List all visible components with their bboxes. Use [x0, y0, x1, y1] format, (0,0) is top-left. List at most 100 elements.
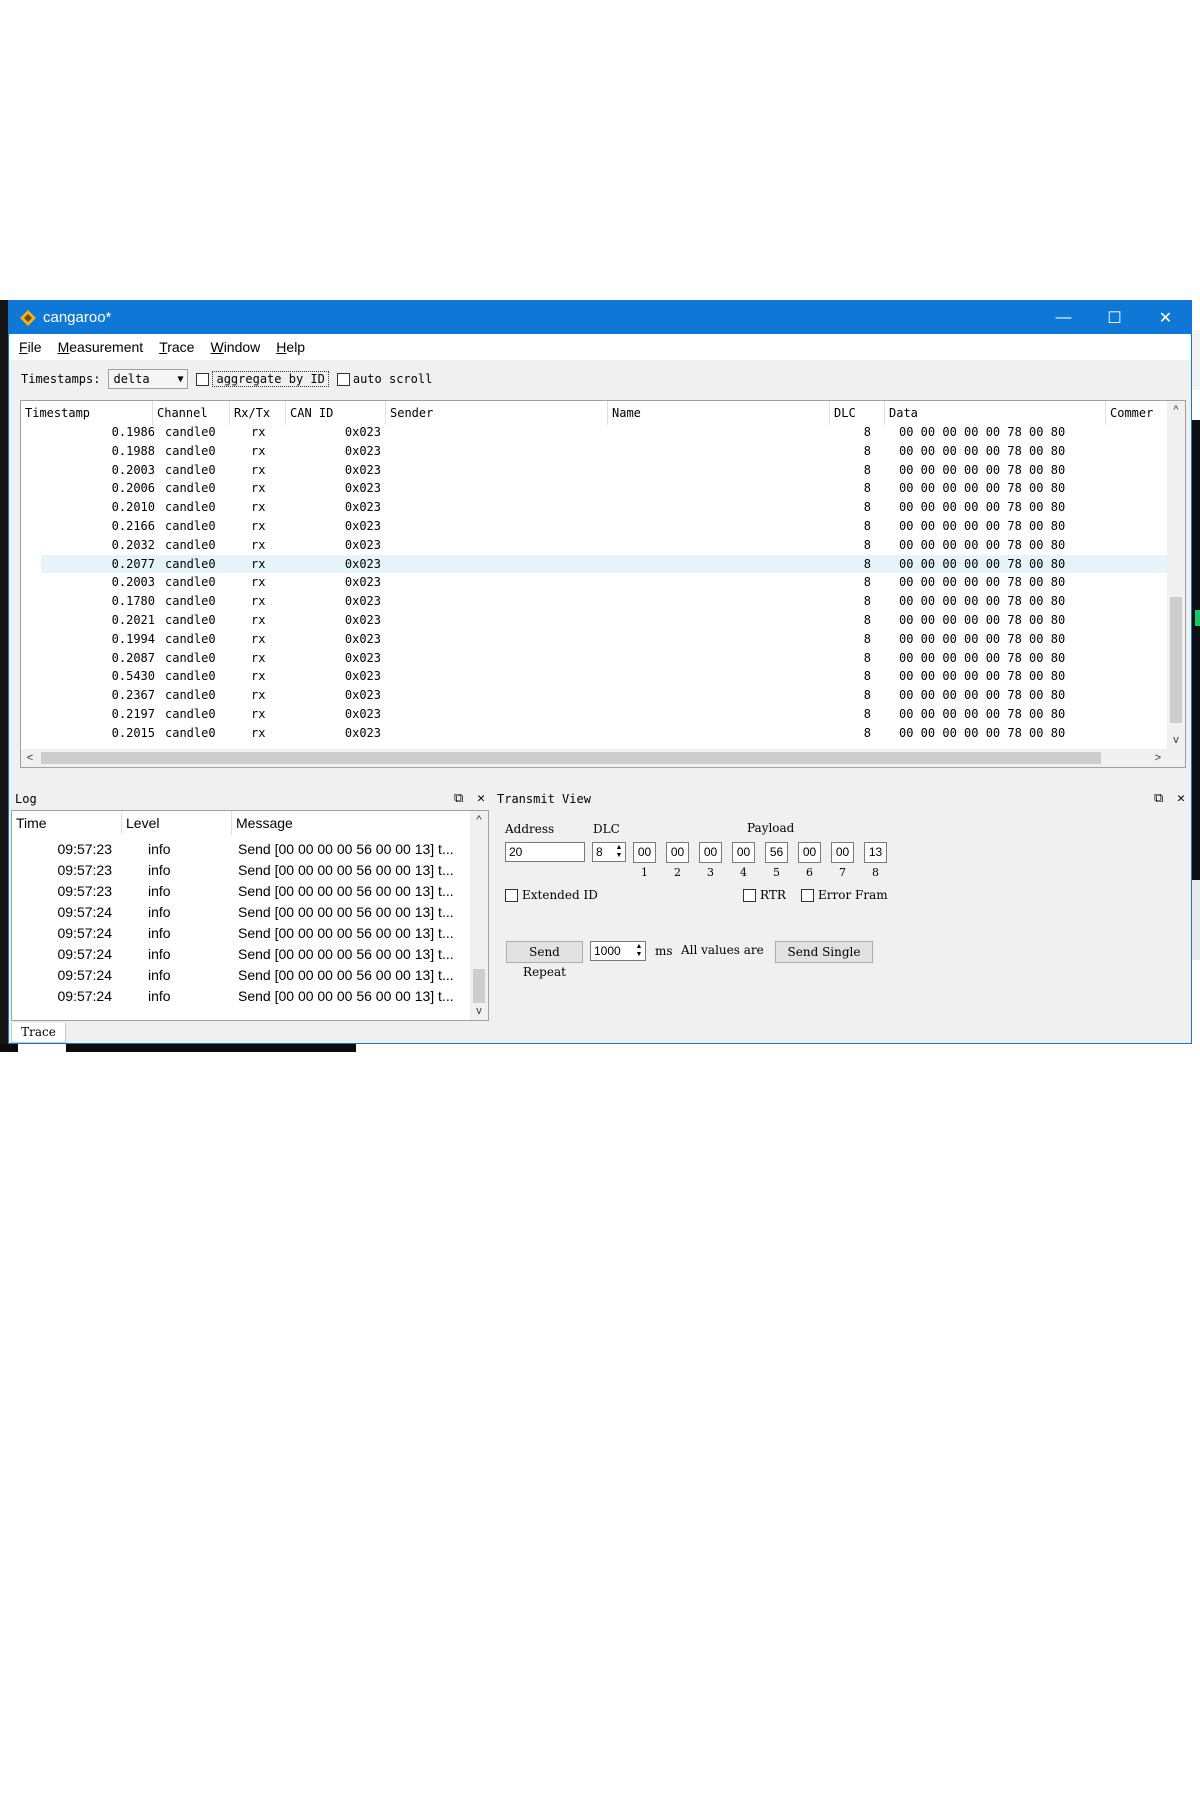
list-item[interactable]: 09:57:24 info Send [00 00 00 00 56 00 00 1…	[12, 902, 470, 923]
payload-byte-input[interactable]: 00	[633, 842, 656, 863]
column-header-data[interactable]: Data	[885, 401, 1106, 425]
payload-byte-input[interactable]: 13	[864, 842, 887, 863]
dlc-spinbox[interactable]: 8 ▲ ▼	[592, 842, 626, 862]
table-row[interactable]: 0.1994 candle0 rx 0x023 8 00 00 00 00 00 78 0…	[21, 630, 1167, 649]
tab-trace[interactable]: Trace	[11, 1023, 66, 1043]
aggregate-by-id-checkbox[interactable]: aggregate by ID	[196, 371, 329, 387]
payload-byte-input[interactable]: 00	[699, 842, 722, 863]
checkbox-box[interactable]	[336, 372, 350, 386]
interval-spinbox[interactable]: 1000 ▲ ▼	[590, 941, 646, 961]
column-header-rxtx[interactable]: Rx/Tx	[230, 401, 286, 425]
scrollbar-thumb[interactable]	[1170, 597, 1182, 723]
menu-window[interactable]: Window	[210, 339, 260, 355]
menu-file[interactable]: File	[19, 339, 42, 355]
scroll-up-icon[interactable]: ^	[1167, 401, 1185, 419]
transmit-dock-titlebar[interactable]: Transmit View ⧉ ✕	[493, 789, 1189, 809]
checkbox-box[interactable]	[196, 372, 210, 386]
send-single-button[interactable]: Send Single	[775, 941, 873, 963]
column-header-message[interactable]: Message	[232, 811, 472, 835]
trace-vertical-scrollbar[interactable]: ^ v	[1167, 401, 1185, 749]
cell-data: 00 00 00 00 00 78 00 80	[899, 443, 1066, 458]
list-item[interactable]: 09:57:24 info Send [00 00 00 00 56 00 00 1…	[12, 986, 470, 1007]
payload-byte-input[interactable]: 00	[831, 842, 854, 863]
scrollbar-thumb[interactable]	[473, 969, 485, 1003]
extended-id-label: Extended ID	[522, 888, 598, 902]
table-row[interactable]: 0.2166 candle0 rx 0x023 8 00 00 00 00 00 78 0…	[21, 517, 1167, 536]
column-header-time[interactable]: Time	[12, 811, 122, 835]
scroll-left-icon[interactable]: <	[21, 749, 39, 767]
checkbox-box[interactable]	[505, 888, 518, 902]
table-row[interactable]: 0.2032 candle0 rx 0x023 8 00 00 00 00 00 78 0…	[21, 536, 1167, 555]
scroll-down-icon[interactable]: v	[1167, 731, 1185, 749]
table-row[interactable]: 0.2197 candle0 rx 0x023 8 00 00 00 00 00 78 0…	[21, 705, 1167, 724]
table-row[interactable]: 0.2003 candle0 rx 0x023 8 00 00 00 00 00 78 0…	[21, 573, 1167, 592]
title-bar[interactable]: cangaroo* — ☐ ✕	[9, 301, 1191, 334]
table-row[interactable]: 0.2077 candle0 rx 0x023 8 00 00 00 00 00 78 0…	[41, 554, 1167, 574]
spin-arrows-icon[interactable]: ▲ ▼	[614, 844, 624, 860]
timestamps-select[interactable]: delta ▼	[108, 369, 189, 389]
trace-horizontal-scrollbar[interactable]: < >	[21, 749, 1185, 767]
table-row[interactable]: 0.2003 candle0 rx 0x023 8 00 00 00 00 00 78 0…	[21, 461, 1167, 480]
table-row[interactable]: 0.2367 candle0 rx 0x023 8 00 00 00 00 00 78 0…	[21, 686, 1167, 705]
table-row[interactable]: 0.1780 candle0 rx 0x023 8 00 00 00 00 00 78 0…	[21, 592, 1167, 611]
cell-id: 0x023	[344, 537, 381, 552]
table-row[interactable]: 0.2015 candle0 rx 0x023 8 00 00 00 00 00 78 0…	[21, 724, 1167, 743]
list-item[interactable]: 09:57:24 info Send [00 00 00 00 56 00 00 1…	[12, 965, 470, 986]
minimize-icon[interactable]: —	[1038, 301, 1089, 334]
spin-arrows-icon[interactable]: ▲ ▼	[634, 943, 644, 959]
scrollbar-thumb[interactable]	[41, 752, 1101, 764]
payload-byte-input[interactable]: 00	[666, 842, 689, 863]
column-header-sender[interactable]: Sender	[386, 401, 608, 425]
close-icon[interactable]: ✕	[1177, 791, 1185, 806]
menu-measurement[interactable]: Measurement	[58, 339, 144, 355]
column-header-name[interactable]: Name	[608, 401, 830, 425]
address-input[interactable]: 20	[505, 842, 585, 862]
error-frame-checkbox[interactable]: Error Fram	[801, 888, 888, 902]
float-icon[interactable]: ⧉	[454, 791, 463, 806]
cell-dlc: 8	[863, 462, 871, 477]
scroll-up-icon[interactable]: ^	[470, 811, 488, 829]
auto-scroll-checkbox[interactable]: auto scroll	[336, 372, 432, 386]
scroll-right-icon[interactable]: >	[1149, 749, 1167, 767]
payload-byte-input[interactable]: 00	[798, 842, 821, 863]
table-row[interactable]: 0.2021 candle0 rx 0x023 8 00 00 00 00 00 78 0…	[21, 611, 1167, 630]
log-dock-titlebar[interactable]: Log ⧉ ✕	[11, 789, 489, 809]
table-row[interactable]: 0.1986 candle0 rx 0x023 8 00 00 00 00 00 78 0…	[21, 423, 1167, 442]
maximize-icon[interactable]: ☐	[1089, 301, 1140, 334]
column-header-comment[interactable]: Commer	[1106, 401, 1169, 425]
cell-dlc: 8	[863, 669, 871, 684]
rtr-checkbox[interactable]: RTR	[743, 888, 786, 902]
payload-byte-index: 5	[773, 866, 780, 879]
checkbox-box[interactable]	[743, 888, 756, 902]
table-row[interactable]: 0.2010 candle0 rx 0x023 8 00 00 00 00 00 78 0…	[21, 498, 1167, 517]
log-vertical-scrollbar[interactable]: ^ v	[470, 811, 488, 1020]
close-icon[interactable]: ✕	[1140, 301, 1191, 334]
table-row[interactable]: 0.2006 candle0 rx 0x023 8 00 00 00 00 00 78 0…	[21, 479, 1167, 498]
cell-dlc: 8	[863, 481, 871, 496]
payload-byte-input[interactable]: 56	[765, 842, 788, 863]
list-item[interactable]: 09:57:24 info Send [00 00 00 00 56 00 00 1…	[12, 944, 470, 965]
close-icon[interactable]: ✕	[477, 791, 485, 806]
column-header-channel[interactable]: Channel	[153, 401, 230, 425]
float-icon[interactable]: ⧉	[1154, 791, 1163, 806]
cell-id: 0x023	[344, 725, 381, 740]
column-header-level[interactable]: Level	[122, 811, 232, 835]
column-header-can-id[interactable]: CAN ID	[286, 401, 386, 425]
checkbox-box[interactable]	[801, 888, 814, 902]
list-item[interactable]: 09:57:23 info Send [00 00 00 00 56 00 00 1…	[12, 860, 470, 881]
list-item[interactable]: 09:57:24 info Send [00 00 00 00 56 00 00 1…	[12, 923, 470, 944]
column-header-dlc[interactable]: DLC	[830, 401, 885, 425]
table-row[interactable]: 0.2087 candle0 rx 0x023 8 00 00 00 00 00 78 0…	[21, 649, 1167, 668]
table-row[interactable]: 0.1988 candle0 rx 0x023 8 00 00 00 00 00 78 0…	[21, 442, 1167, 461]
send-repeat-button[interactable]: Send Repeat	[506, 941, 583, 979]
table-row[interactable]: 0.5430 candle0 rx 0x023 8 00 00 00 00 00 78 0…	[21, 667, 1167, 686]
extended-id-checkbox[interactable]: Extended ID	[505, 888, 598, 902]
rtr-label: RTR	[760, 888, 786, 902]
payload-byte-input[interactable]: 00	[732, 842, 755, 863]
menu-trace[interactable]: Trace	[159, 339, 194, 355]
list-item[interactable]: 09:57:23 info Send [00 00 00 00 56 00 00 1…	[12, 881, 470, 902]
scroll-down-icon[interactable]: v	[470, 1002, 488, 1020]
column-header-timestamp[interactable]: Timestamp	[21, 401, 153, 425]
menu-help[interactable]: Help	[276, 339, 305, 355]
list-item[interactable]: 09:57:23 info Send [00 00 00 00 56 00 00 1…	[12, 839, 470, 860]
